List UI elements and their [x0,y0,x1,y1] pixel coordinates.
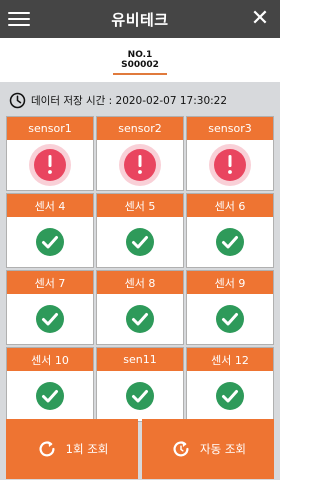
sensor-grid: sensor1 sensor2 sensor3 센서 4 센서 5 센서 6 센서 7 센서 … [6,116,274,422]
sensor-status [7,294,93,344]
check-icon [126,228,154,256]
sensor-name: 센서 4 [7,194,93,217]
sensor-name: 센서 12 [187,348,273,371]
check-icon [36,382,64,410]
sensor-status [7,217,93,267]
sensor-status [187,294,273,344]
device-tab-bar: NO.1 S00002 [0,38,280,82]
saved-time: 데이터 저장 시간 : 2020-02-07 17:30:22 [9,90,227,110]
alert-icon [119,144,161,186]
sensor-status [187,140,273,190]
action-bar: 1회 조회 자동 조회 [6,419,274,479]
sensor-card[interactable]: sensor3 [186,116,274,191]
menu-icon[interactable] [8,8,30,30]
auto-query-button[interactable]: 자동 조회 [142,419,274,479]
refresh-icon [39,441,55,457]
sensor-name: 센서 6 [187,194,273,217]
sensor-card[interactable]: 센서 9 [186,270,274,345]
query-once-label: 1회 조회 [65,442,109,456]
sensor-card[interactable]: 센서 4 [6,193,94,268]
sensor-name: sensor3 [187,117,273,140]
check-icon [36,305,64,333]
sensor-status [187,217,273,267]
sensor-card[interactable]: 센서 12 [186,347,274,422]
alert-icon [209,144,251,186]
sensor-name: 센서 7 [7,271,93,294]
clock-icon [9,92,26,108]
sensor-status [97,371,183,421]
sensor-status [97,294,183,344]
sensor-card[interactable]: sen11 [96,347,184,422]
sensor-card[interactable]: 센서 6 [186,193,274,268]
saved-time-text: 데이터 저장 시간 : 2020-02-07 17:30:22 [31,94,228,107]
sensor-card[interactable]: 센서 5 [96,193,184,268]
check-icon [216,305,244,333]
sensor-card[interactable]: 센서 8 [96,270,184,345]
app-title: 유비테크 [111,10,169,29]
check-icon [126,305,154,333]
check-icon [216,228,244,256]
sensor-name: 센서 8 [97,271,183,294]
auto-refresh-icon [173,441,189,457]
alert-icon [29,144,71,186]
sensor-name: 센서 9 [187,271,273,294]
check-icon [126,382,154,410]
sensor-name: 센서 10 [7,348,93,371]
check-icon [36,228,64,256]
sensor-status [97,140,183,190]
tab-device-id: S00002 [121,59,159,70]
sensor-status [187,371,273,421]
sensor-panel: 데이터 저장 시간 : 2020-02-07 17:30:22 sensor1 s… [0,82,280,480]
sensor-card[interactable]: 센서 10 [6,347,94,422]
tab-device[interactable]: NO.1 S00002 [113,50,167,75]
auto-query-label: 자동 조회 [200,442,246,456]
query-once-button[interactable]: 1회 조회 [6,419,138,479]
sensor-name: 센서 5 [97,194,183,217]
sensor-name: sensor1 [7,117,93,140]
sensor-status [97,217,183,267]
sensor-card[interactable]: sensor1 [6,116,94,191]
sensor-card[interactable]: sensor2 [96,116,184,191]
sensor-card[interactable]: 센서 7 [6,270,94,345]
app-header: 유비테크 ✕ [0,0,280,38]
sensor-status [7,140,93,190]
sensor-name: sen11 [97,348,183,371]
sensor-name: sensor2 [97,117,183,140]
check-icon [216,382,244,410]
tab-device-number: NO.1 [127,49,153,60]
close-icon[interactable]: ✕ [248,6,272,32]
sensor-status [7,371,93,421]
